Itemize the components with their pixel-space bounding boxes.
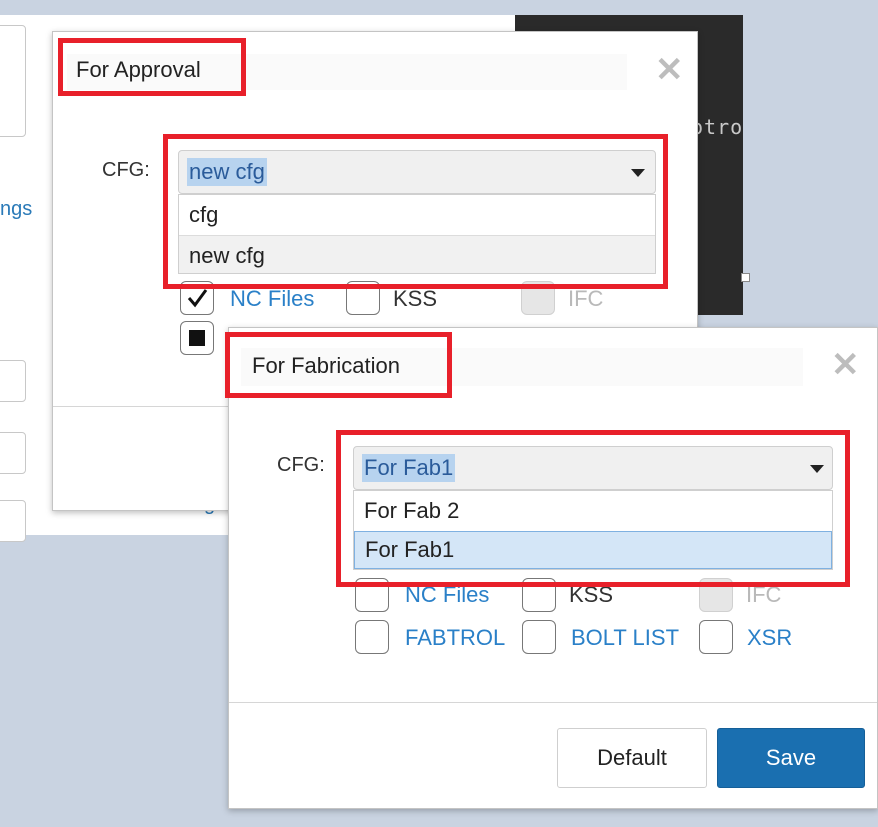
ifc-label: IFC: [568, 286, 604, 311]
fabtrol-checkbox[interactable]: [355, 620, 389, 654]
bolt-list-label: BOLT LIST: [571, 625, 680, 650]
background-input[interactable]: [0, 25, 26, 137]
background-link[interactable]: ngs: [0, 198, 32, 221]
cfg-label: CFG:: [277, 454, 325, 476]
indeterminate-mark: [189, 330, 205, 346]
background-input[interactable]: [0, 360, 26, 402]
bolt-list-checkbox[interactable]: [522, 620, 556, 654]
cfg-label: CFG:: [102, 159, 150, 181]
title-highlight: [225, 332, 452, 398]
close-icon[interactable]: ✕: [655, 53, 684, 87]
close-icon[interactable]: ✕: [831, 348, 860, 382]
dropdown-highlight: [336, 430, 850, 587]
footer-divider: [229, 702, 877, 703]
partial-checkbox[interactable]: [180, 321, 214, 355]
default-button[interactable]: Default: [557, 728, 707, 788]
dropdown-highlight: [163, 134, 668, 289]
background-input[interactable]: [0, 500, 26, 542]
background-input[interactable]: [0, 432, 26, 474]
save-button[interactable]: Save: [717, 728, 865, 788]
code-fragment: otro: [691, 115, 744, 139]
title-highlight: [58, 38, 246, 96]
editor-handle[interactable]: [741, 273, 750, 282]
xsr-checkbox[interactable]: [699, 620, 733, 654]
nc-files-label: NC Files: [230, 286, 315, 311]
kss-label: KSS: [393, 286, 438, 311]
xsr-label: XSR: [747, 625, 793, 650]
fabtrol-label: FABTROL: [405, 625, 506, 650]
